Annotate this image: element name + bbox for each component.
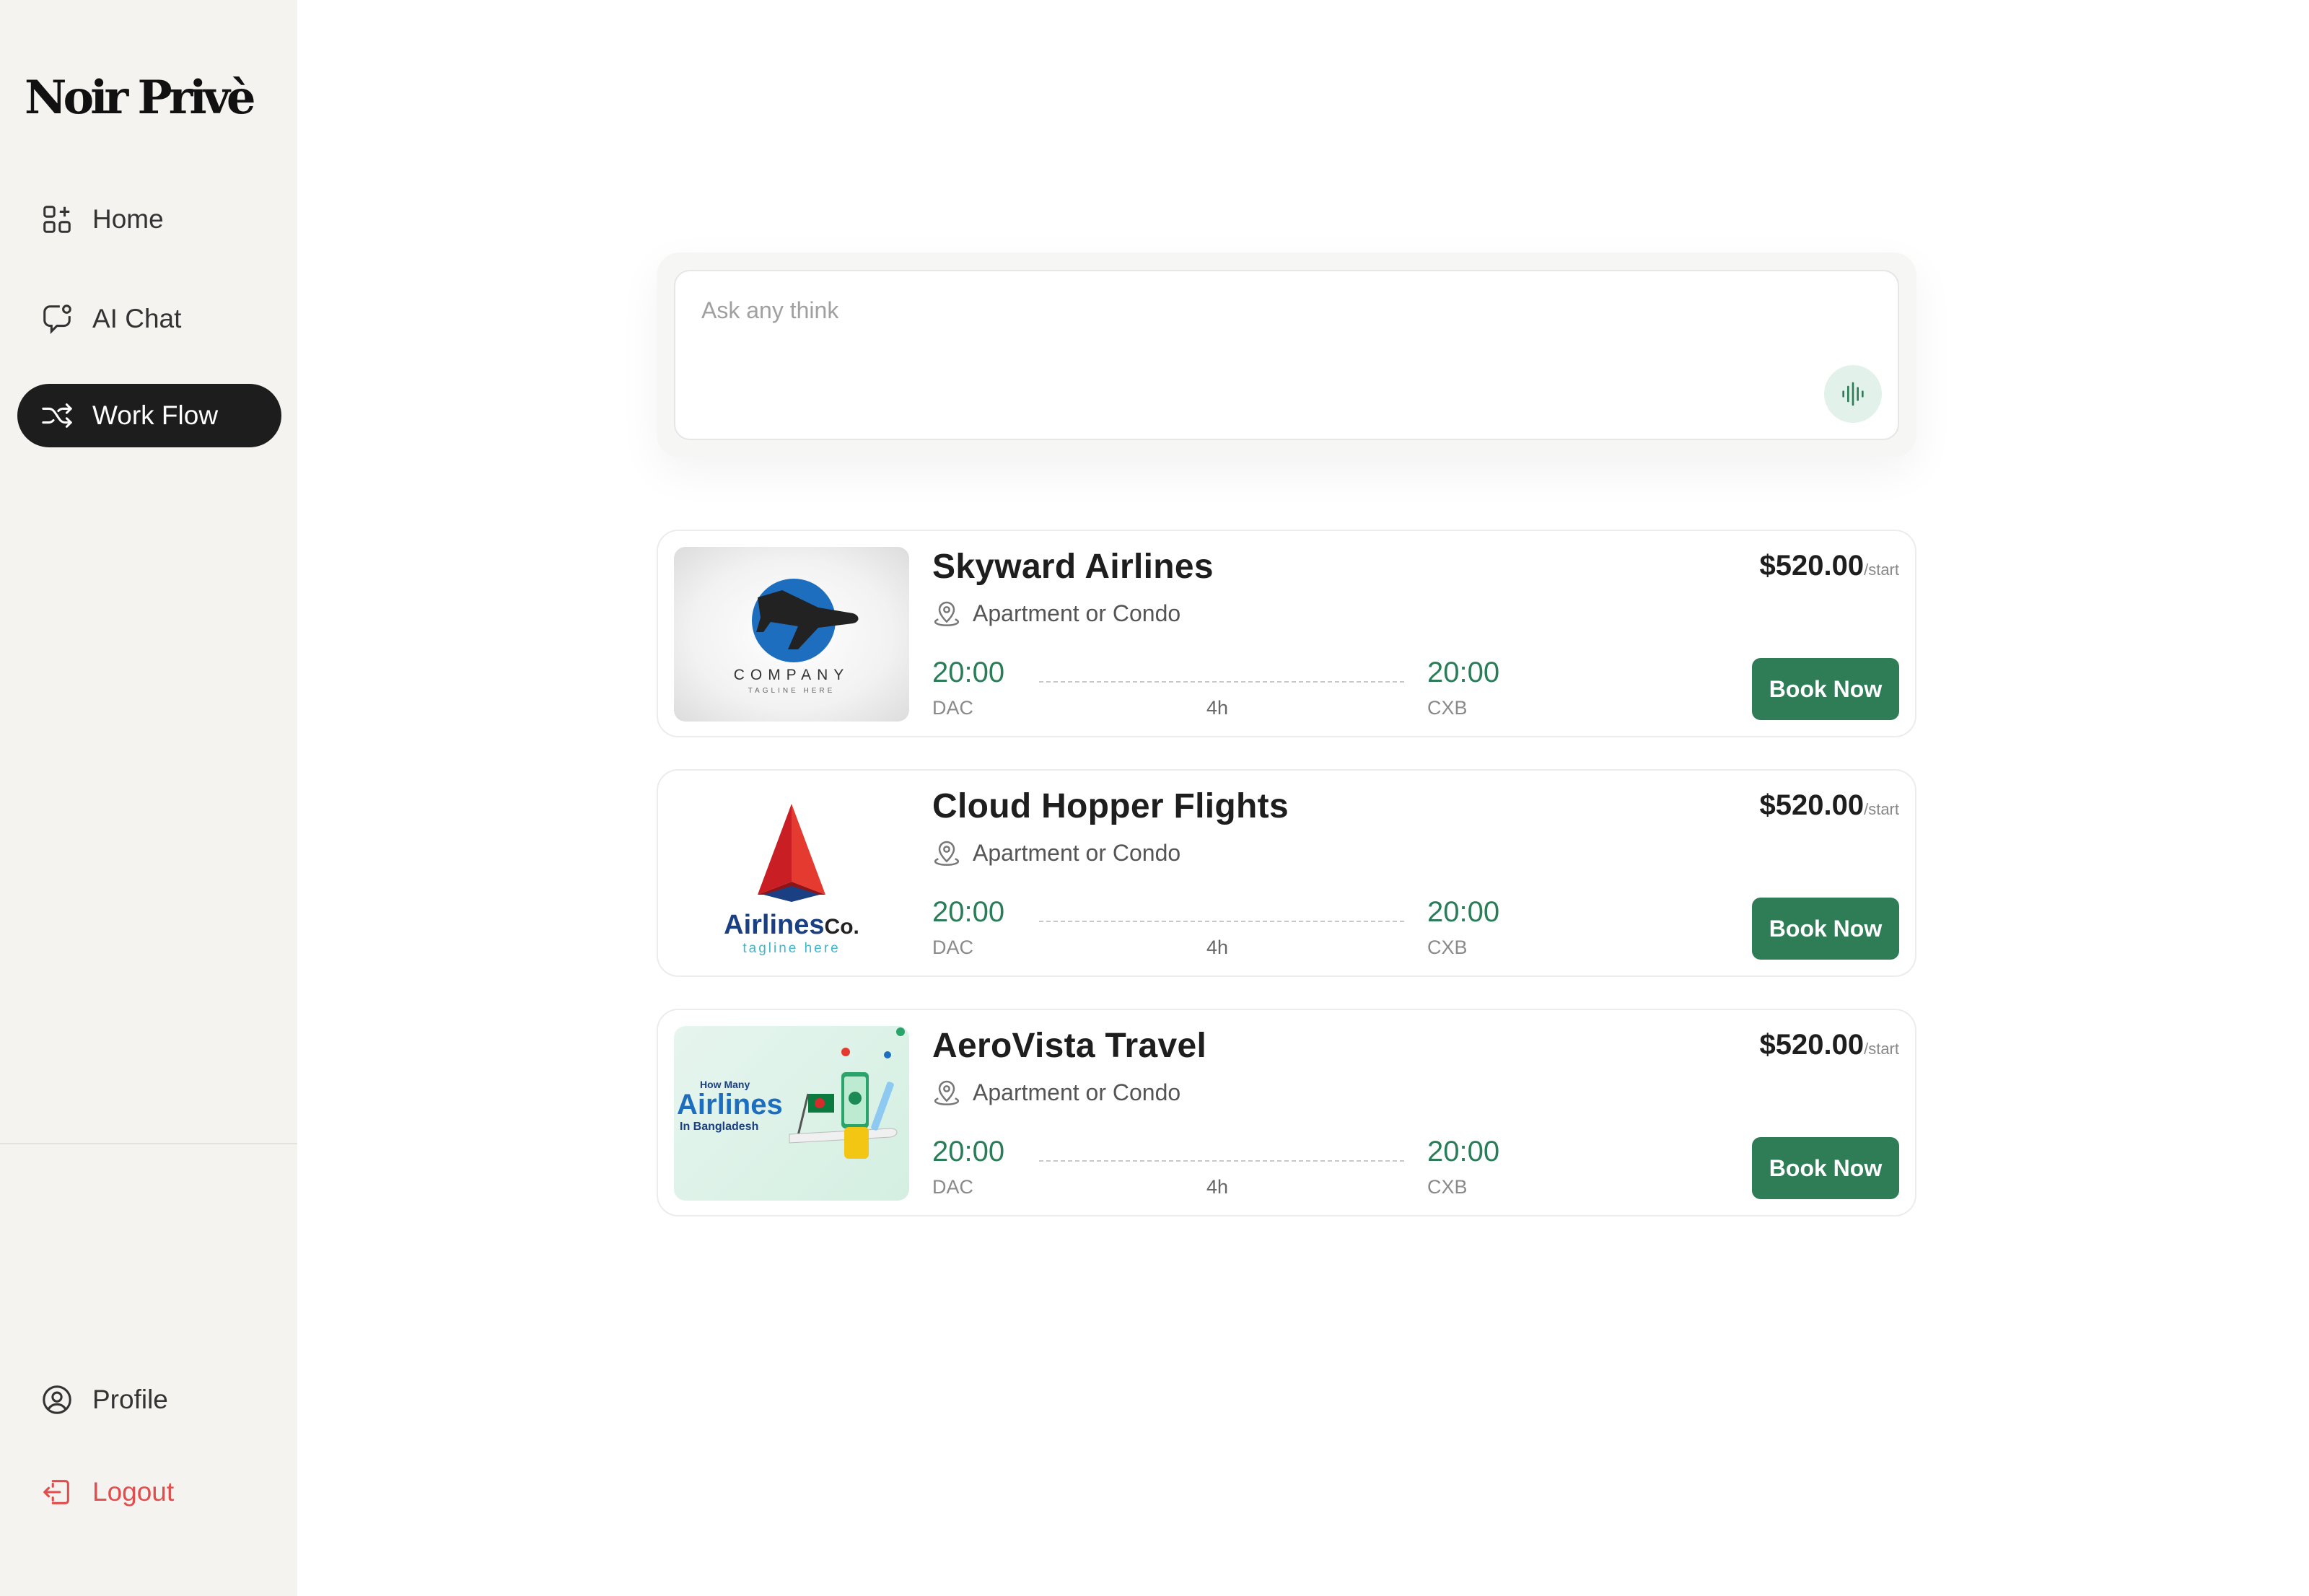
svg-text:AirlinesCo.: AirlinesCo.	[724, 910, 859, 940]
price-unit: /start	[1864, 561, 1899, 579]
airline-promo-image: How Many Airlines In Bangladesh	[674, 1026, 909, 1201]
logo-word-co: Co.	[825, 915, 859, 939]
ask-box[interactable]	[674, 270, 1899, 440]
airline-name: Skyward Airlines	[932, 548, 1214, 586]
price: $520.00/start	[1760, 1029, 1900, 1061]
sidebar-item-label: AI Chat	[92, 304, 182, 333]
location-text: Apartment or Condo	[973, 600, 1181, 626]
departure-time: 20:00	[932, 1136, 1005, 1167]
sidebar-item-work-flow[interactable]: Work Flow	[17, 384, 281, 447]
price-value: $520.00	[1759, 550, 1865, 582]
arrival-code: CXB	[1427, 697, 1468, 719]
grid-plus-icon	[40, 203, 74, 236]
location-pin-icon	[934, 1080, 960, 1105]
location: Apartment or Condo	[932, 599, 1180, 628]
sidebar-item-ai-chat[interactable]: AI Chat	[17, 287, 281, 351]
promo-big-text: Airlines	[677, 1089, 783, 1121]
location-text: Apartment or Condo	[973, 1079, 1181, 1105]
arrival-time: 20:00	[1427, 896, 1500, 928]
sidebar-item-label: Profile	[92, 1385, 168, 1414]
price-unit: /start	[1864, 1040, 1899, 1058]
price: $520.00/start	[1760, 789, 1900, 822]
arrival-code: CXB	[1427, 1176, 1468, 1198]
departure-code: DAC	[932, 1176, 974, 1198]
waveform-icon	[1842, 382, 1864, 406]
sidebar-item-label: Logout	[92, 1477, 175, 1507]
price-value: $520.00	[1759, 789, 1865, 821]
brand-logo[interactable]: Noir Privè	[25, 75, 256, 121]
route-line	[1039, 681, 1404, 683]
arrival-time: 20:00	[1427, 657, 1500, 688]
logout-icon	[40, 1476, 74, 1509]
airline-logo-image: COMPANY TAGLINE HERE	[674, 547, 909, 722]
ask-panel	[657, 253, 1916, 457]
flight-card: AirlinesCo. tagline here Cloud Hopper Fl…	[657, 769, 1916, 977]
arrival-code: CXB	[1427, 937, 1468, 958]
price: $520.00/start	[1760, 550, 1900, 582]
flight-duration: 4h	[1206, 697, 1229, 719]
departure-code: DAC	[932, 697, 974, 719]
sidebar-item-home[interactable]: Home	[17, 188, 281, 251]
departure-code: DAC	[932, 937, 974, 958]
chat-bubble-icon	[40, 302, 74, 336]
ask-input[interactable]	[701, 297, 1712, 324]
user-circle-icon	[40, 1383, 74, 1416]
logo-tagline-text: TAGLINE HERE	[748, 687, 836, 695]
price-value: $520.00	[1759, 1029, 1865, 1061]
sidebar-item-logout[interactable]: Logout	[17, 1460, 281, 1524]
book-now-button[interactable]: Book Now	[1752, 1137, 1899, 1199]
shuffle-icon	[40, 399, 74, 432]
flight-duration: 4h	[1206, 1176, 1229, 1198]
airline-name: AeroVista Travel	[932, 1027, 1207, 1065]
flight-duration: 4h	[1206, 937, 1229, 958]
voice-button[interactable]	[1824, 365, 1882, 423]
airline-logo-image: AirlinesCo. tagline here	[674, 786, 909, 961]
logo-company-text: COMPANY	[734, 667, 850, 683]
book-now-button[interactable]: Book Now	[1752, 658, 1899, 720]
location: Apartment or Condo	[932, 1078, 1180, 1107]
flight-card: How Many Airlines In Bangladesh AeroVist…	[657, 1009, 1916, 1216]
departure-time: 20:00	[932, 896, 1005, 928]
flight-card: COMPANY TAGLINE HERE Skyward Airlines Ap…	[657, 530, 1916, 737]
location-pin-icon	[934, 601, 960, 626]
departure-time: 20:00	[932, 657, 1005, 688]
logo-tagline-text: tagline here	[742, 941, 840, 956]
arrival-time: 20:00	[1427, 1136, 1500, 1167]
sidebar-item-label: Work Flow	[92, 400, 219, 430]
book-now-button[interactable]: Book Now	[1752, 898, 1899, 960]
location-text: Apartment or Condo	[973, 839, 1181, 866]
sidebar-divider	[0, 1143, 297, 1144]
price-unit: /start	[1864, 800, 1899, 818]
route-line	[1039, 1160, 1404, 1162]
airline-name: Cloud Hopper Flights	[932, 787, 1289, 825]
logo-word-airlines: Airlines	[724, 910, 824, 940]
sidebar-item-label: Home	[92, 204, 164, 234]
location-pin-icon	[934, 841, 960, 866]
location: Apartment or Condo	[932, 838, 1180, 867]
promo-sub-text: In Bangladesh	[680, 1121, 758, 1133]
sidebar: Noir Privè Home AI Chat Work Flow Profil…	[0, 0, 297, 1596]
sidebar-item-profile[interactable]: Profile	[17, 1368, 281, 1431]
route-line	[1039, 921, 1404, 922]
